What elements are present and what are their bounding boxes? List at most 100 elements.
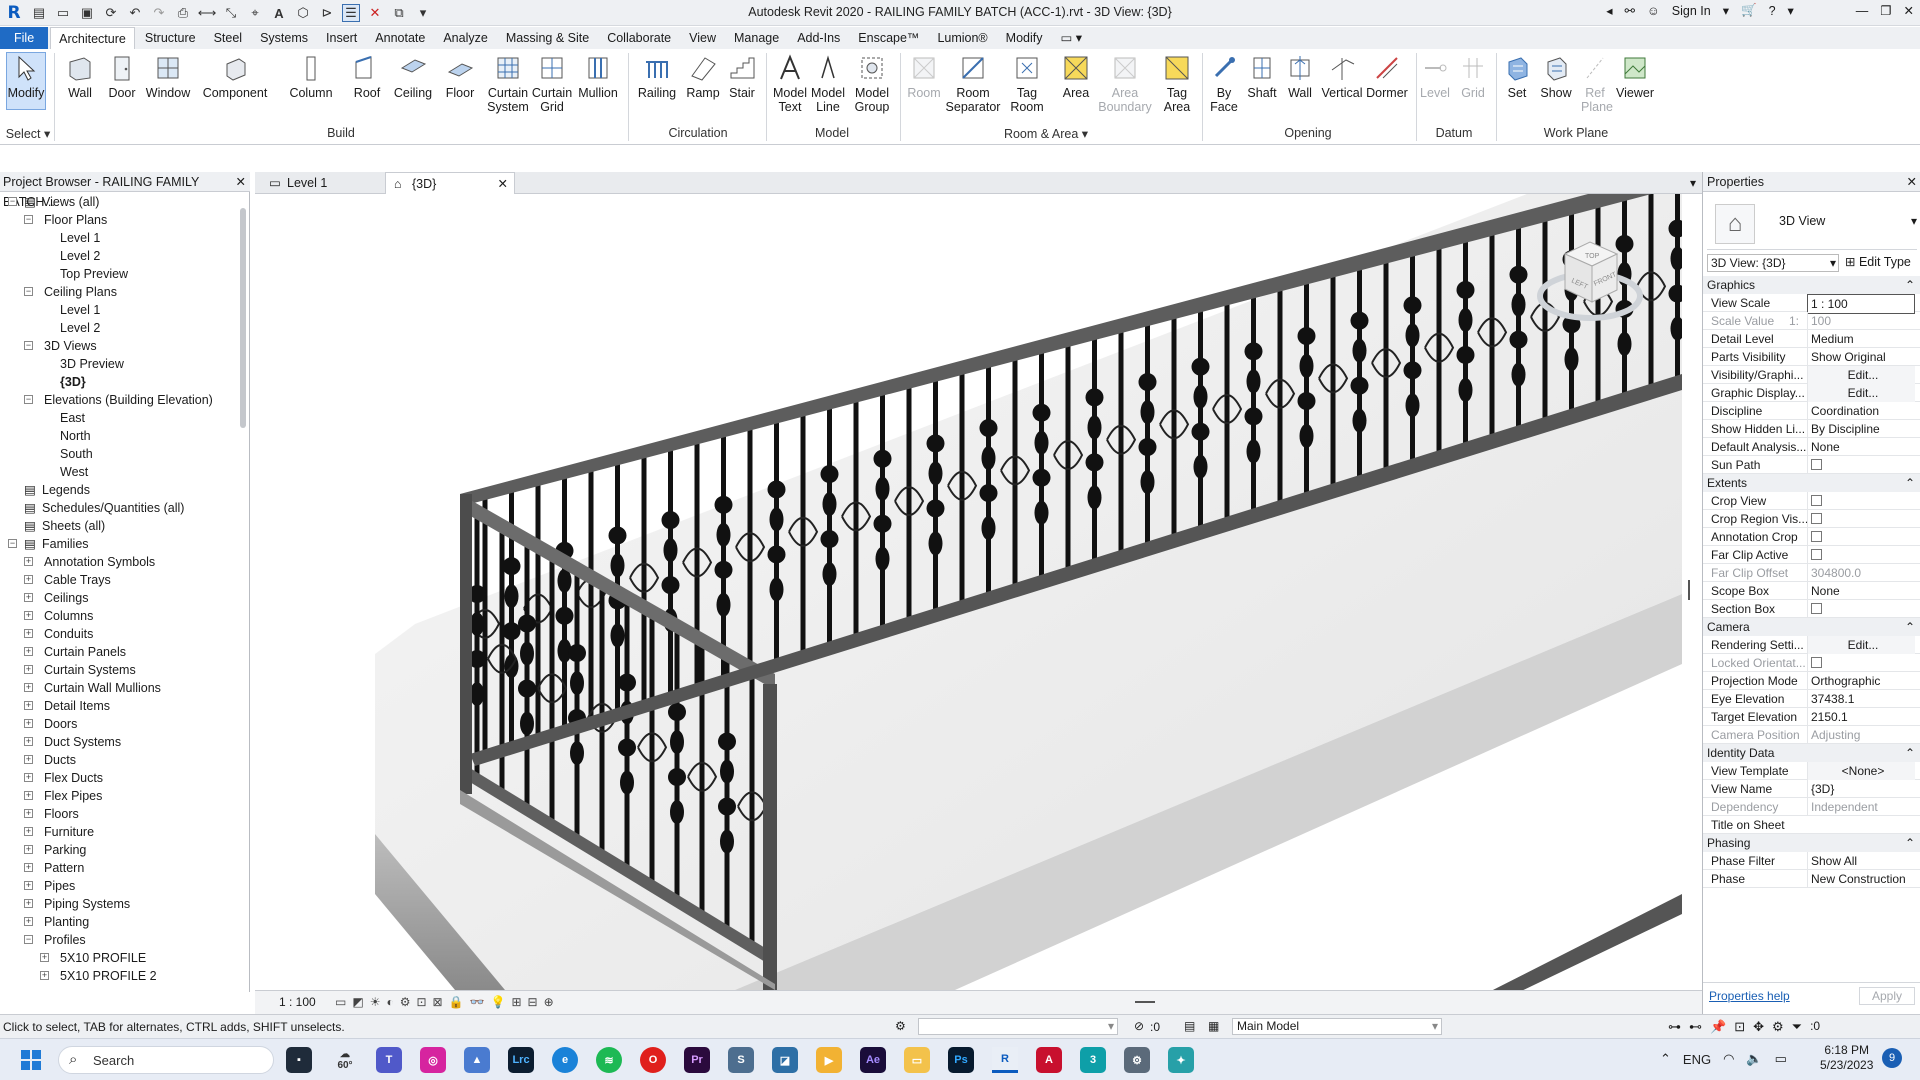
property-edit-button[interactable]: Edit... — [1807, 384, 1915, 402]
properties-help-link[interactable]: Properties help — [1709, 989, 1790, 1003]
expand-icon[interactable]: + — [40, 953, 49, 962]
view-scale-control[interactable]: 1 : 100 — [279, 995, 316, 1009]
ribbon-tab[interactable]: Lumion® — [929, 27, 995, 49]
property-group-header[interactable]: Extents ⌃ — [1703, 474, 1920, 492]
mullion-button[interactable]: Mullion — [576, 53, 620, 100]
volume-icon[interactable]: 🔈 — [1746, 1051, 1762, 1067]
checkbox[interactable] — [1811, 549, 1822, 560]
design-option-dropdown[interactable]: Main Model ▾ — [1232, 1018, 1442, 1035]
view-tab-level-1[interactable]: ▭ Level 1 — [261, 172, 383, 194]
restore-icon[interactable]: ❐ — [1880, 3, 1891, 18]
crop-view-icon[interactable]: ⊡ — [416, 995, 426, 1009]
expand-icon[interactable]: + — [24, 845, 33, 854]
property-value[interactable]: Orthographic — [1807, 672, 1915, 690]
view-tab-3d[interactable]: ⌂ {3D} ✕ — [385, 172, 515, 194]
by-face-button[interactable]: By Face — [1206, 53, 1242, 114]
select-by-face-icon[interactable]: ⊡ — [1734, 1019, 1745, 1035]
property-edit-button[interactable]: Edit... — [1807, 366, 1915, 384]
tree-item[interactable]: ▤ Legends — [0, 481, 244, 499]
tree-item[interactable]: + Flex Ducts — [0, 769, 244, 787]
tree-item[interactable]: + Cable Trays — [0, 571, 244, 589]
chevron-up-icon[interactable]: ⌃ — [1660, 1051, 1671, 1067]
close-properties-icon[interactable]: ✕ — [1907, 172, 1917, 192]
expand-icon[interactable]: + — [24, 647, 33, 656]
shadows-icon[interactable]: ◐ — [386, 995, 393, 1009]
collapse-group-icon[interactable]: ⌃ — [1905, 618, 1915, 636]
property-group-header[interactable]: Phasing ⌃ — [1703, 834, 1920, 852]
ribbon-tab[interactable]: File — [0, 27, 49, 49]
ribbon-tab[interactable]: Manage — [726, 27, 787, 49]
dormer-button[interactable]: Dormer — [1364, 53, 1410, 100]
sketchup-icon[interactable]: S — [728, 1047, 754, 1073]
property-checkbox[interactable] — [1807, 456, 1915, 475]
property-edit-button[interactable]: Edit... — [1807, 636, 1915, 654]
tree-item[interactable]: ▤ Sheets (all) — [0, 517, 244, 535]
3d-viewport[interactable]: TOP LEFT FRONT — [255, 194, 1682, 990]
expand-icon[interactable]: + — [24, 791, 33, 800]
property-value[interactable]: Medium — [1807, 330, 1915, 348]
tree-item[interactable]: + Curtain Systems — [0, 661, 244, 679]
instance-selector[interactable]: 3D View: {3D} ▾ — [1707, 254, 1839, 272]
help-icon[interactable]: ? — [1769, 4, 1776, 18]
expand-icon[interactable]: + — [24, 575, 33, 584]
area-boundary-button[interactable]: Area Boundary — [1096, 53, 1154, 114]
ribbon-tab[interactable]: Collaborate — [599, 27, 679, 49]
component-button[interactable]: Component — [200, 53, 270, 100]
reveal-hidden-icon[interactable]: 💡 — [491, 995, 506, 1009]
property-value[interactable]: New Construction — [1807, 870, 1915, 888]
vertical-button[interactable]: Vertical — [1320, 53, 1364, 100]
visual-style-icon[interactable]: ◩ — [352, 995, 363, 1009]
tree-item[interactable]: 3D Preview — [0, 355, 244, 373]
wall-button[interactable]: Wall — [62, 53, 98, 100]
tree-item[interactable]: Level 1 — [0, 229, 244, 247]
tree-item[interactable]: + Floors — [0, 805, 244, 823]
tree-item[interactable]: + Doors — [0, 715, 244, 733]
model-text-button[interactable]: Model Text — [770, 53, 810, 114]
room-button[interactable]: Room — [904, 53, 944, 100]
expand-icon[interactable]: + — [24, 611, 33, 620]
show-button[interactable]: Show — [1538, 53, 1574, 100]
worksharing-icon[interactable]: ⊞ — [511, 995, 521, 1009]
property-group-header[interactable]: Camera ⌃ — [1703, 618, 1920, 636]
active-workset-dropdown[interactable]: ▾ — [918, 1018, 1118, 1035]
media-icon[interactable]: ▶ — [816, 1047, 842, 1073]
battery-icon[interactable]: ▭ — [1775, 1051, 1787, 1067]
tree-item[interactable]: Level 1 — [0, 301, 244, 319]
tree-item[interactable]: Level 2 — [0, 319, 244, 337]
close-project-browser-icon[interactable]: ✕ — [236, 172, 246, 192]
analytical-icon[interactable]: ⊟ — [528, 995, 538, 1009]
expand-icon[interactable]: + — [24, 683, 33, 692]
lightroom-icon[interactable]: Lrc — [508, 1047, 534, 1073]
drag-elements-icon[interactable]: ✥ — [1753, 1019, 1764, 1035]
tree-item[interactable]: − Floor Plans — [0, 211, 244, 229]
wifi-icon[interactable]: ◠ — [1723, 1051, 1734, 1067]
worksets-icon[interactable]: ⚙ — [895, 1019, 906, 1033]
property-group-header[interactable]: Graphics ⌃ — [1703, 276, 1920, 294]
notification-badge[interactable]: 9 — [1882, 1048, 1902, 1068]
type-dropdown-icon[interactable]: ▾ — [1911, 214, 1917, 228]
network-app-icon[interactable]: ✦ — [1168, 1047, 1194, 1073]
expand-icon[interactable]: + — [24, 863, 33, 872]
tree-item[interactable]: − Ceiling Plans — [0, 283, 244, 301]
window-button[interactable]: Window — [144, 53, 192, 100]
photoshop-icon[interactable]: Ps — [948, 1047, 974, 1073]
dropdown-icon[interactable]: ▾ — [1723, 3, 1729, 18]
autocad-red-icon[interactable]: A — [1036, 1047, 1062, 1073]
railing-button[interactable]: Railing — [636, 53, 678, 100]
file-explorer-icon[interactable]: ▭ — [904, 1047, 930, 1073]
checkbox[interactable] — [1811, 657, 1822, 668]
cart-icon[interactable]: 🛒 — [1741, 3, 1757, 18]
tab-menu-icon[interactable]: ▾ — [1690, 172, 1696, 194]
collapse-icon[interactable]: − — [8, 539, 17, 548]
modify-button[interactable]: Modify — [6, 52, 46, 110]
tree-item[interactable]: − 3D Views — [0, 337, 244, 355]
door-button[interactable]: Door — [102, 53, 142, 100]
property-value[interactable]: Show Original — [1807, 348, 1915, 366]
tree-item[interactable]: + Curtain Wall Mullions — [0, 679, 244, 697]
windows-start-icon[interactable] — [18, 1047, 44, 1073]
design-options-icon[interactable]: ▤ — [1184, 1019, 1195, 1033]
tree-item[interactable]: + Conduits — [0, 625, 244, 643]
property-checkbox[interactable] — [1807, 600, 1915, 619]
after-effects-icon[interactable]: Ae — [860, 1047, 886, 1073]
lock-3d-icon[interactable]: 🔒 — [449, 995, 464, 1009]
